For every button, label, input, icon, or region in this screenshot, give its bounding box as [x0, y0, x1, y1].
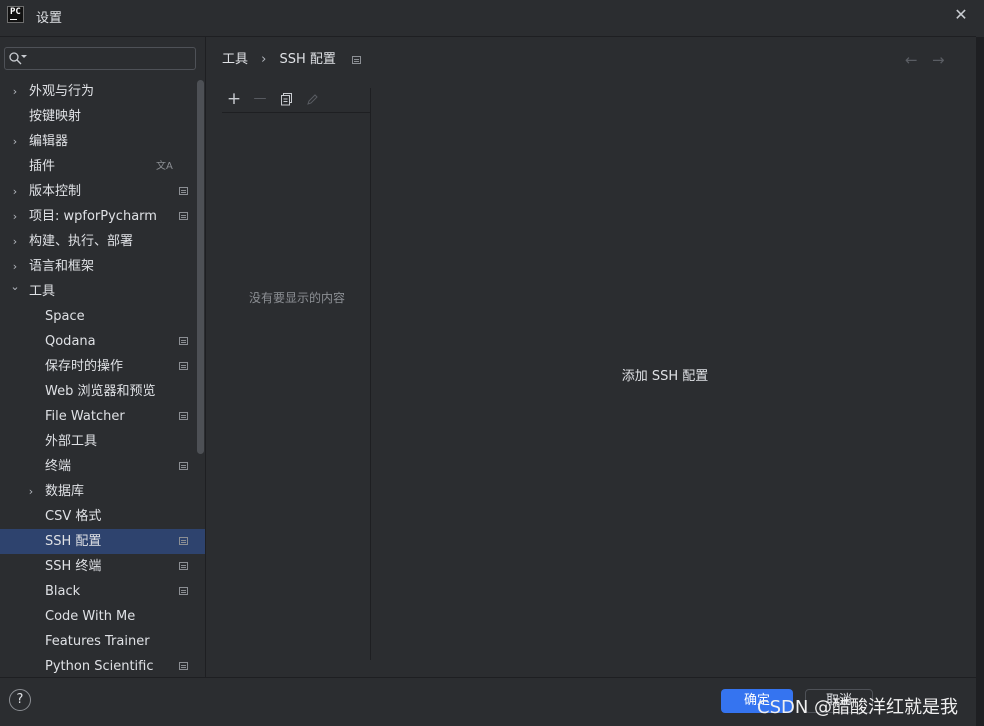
sidebar-item[interactable]: CSV 格式 — [0, 504, 205, 529]
translate-icon: 文A — [156, 161, 173, 172]
window-title: 设置 — [36, 11, 63, 26]
sidebar-item[interactable]: › 外观与行为 — [0, 79, 205, 104]
divider — [0, 36, 976, 37]
sidebar-item-label: Qodana — [45, 334, 96, 349]
copy-button[interactable] — [275, 88, 297, 110]
sidebar-item[interactable]: › 编辑器 — [0, 129, 205, 154]
sidebar-item[interactable]: 按键映射 — [0, 104, 205, 129]
back-arrow-icon[interactable]: ← — [905, 51, 918, 69]
chevron-right-icon[interactable]: › — [9, 204, 21, 229]
sidebar-item[interactable]: 插件 文A — [0, 154, 205, 179]
sidebar-item-label: 外观与行为 — [29, 84, 95, 99]
title-bar — [0, 0, 984, 32]
sidebar-item[interactable]: ⌄ 工具 — [0, 279, 205, 304]
sidebar-item[interactable]: Features Trainer — [0, 629, 205, 654]
sidebar-item-label: SSH 终端 — [45, 559, 102, 574]
chevron-right-icon: › — [261, 52, 267, 67]
divider — [0, 677, 984, 678]
add-ssh-config-text: 添加 SSH 配置 — [621, 369, 709, 384]
sidebar-item[interactable]: 保存时的操作 — [0, 354, 205, 379]
sidebar-item[interactable]: 终端 — [0, 454, 205, 479]
project-icon — [179, 587, 188, 595]
sidebar-item[interactable]: Code With Me — [0, 604, 205, 629]
sidebar-item[interactable]: Web 浏览器和预览 — [0, 379, 205, 404]
sidebar-item[interactable]: › 语言和框架 — [0, 254, 205, 279]
breadcrumb: 工具 › SSH 配置 — [222, 51, 362, 69]
sidebar-item-label: 项目: wpforPycharm — [29, 209, 157, 224]
close-icon[interactable]: ✕ — [952, 6, 970, 24]
sidebar-item-label: 终端 — [45, 459, 72, 474]
search-input[interactable] — [4, 47, 196, 70]
remove-button[interactable]: — — [249, 88, 271, 110]
project-icon — [179, 212, 188, 220]
project-icon — [179, 662, 188, 670]
breadcrumb-parent[interactable]: 工具 — [222, 51, 248, 69]
sidebar-item-label: Code With Me — [45, 609, 136, 624]
divider — [205, 37, 206, 677]
sidebar-item-label: Python Scientific — [45, 659, 154, 674]
project-icon — [179, 337, 188, 345]
sidebar-item[interactable]: Qodana — [0, 329, 205, 354]
breadcrumb-current: SSH 配置 — [279, 52, 336, 67]
sidebar-item-label: 构建、执行、部署 — [29, 234, 134, 249]
sidebar-item-label: File Watcher — [45, 409, 125, 424]
project-icon — [179, 362, 188, 370]
sidebar-item-label: 编辑器 — [29, 134, 69, 149]
project-icon — [179, 562, 188, 570]
edit-icon — [306, 94, 318, 105]
sidebar-item-label: 版本控制 — [29, 184, 82, 199]
chevron-right-icon[interactable]: › — [9, 179, 21, 204]
chevron-right-icon[interactable]: › — [9, 254, 21, 279]
sidebar-item[interactable]: File Watcher — [0, 404, 205, 429]
sidebar-item[interactable]: › 版本控制 — [0, 179, 205, 204]
divider — [222, 112, 370, 113]
sidebar-item-label: 工具 — [29, 284, 56, 299]
sidebar-item-label: SSH 配置 — [45, 534, 102, 549]
ssh-list-toolbar: + — — [222, 88, 370, 112]
edit-button[interactable] — [301, 88, 323, 110]
sidebar-item-label: 语言和框架 — [29, 259, 95, 274]
sidebar-item[interactable]: › 数据库 — [0, 479, 205, 504]
sidebar-item[interactable]: Black — [0, 579, 205, 604]
sidebar-item-label: 保存时的操作 — [45, 359, 124, 374]
watermark: CSDN @醋酸洋红就是我 — [757, 697, 959, 718]
sidebar-scrollbar[interactable] — [197, 80, 204, 454]
pycharm-logo-icon: PC — [7, 6, 24, 23]
sidebar-item-label: Black — [45, 584, 81, 599]
chevron-right-icon[interactable]: › — [25, 479, 37, 504]
window-edge — [976, 37, 984, 726]
chevron-right-icon[interactable]: › — [9, 129, 21, 154]
add-button[interactable]: + — [223, 88, 245, 110]
sidebar-item-label: Space — [45, 309, 85, 324]
forward-arrow-icon[interactable]: → — [932, 51, 945, 69]
sidebar-item[interactable]: Python Scientific — [0, 654, 205, 679]
sidebar-item[interactable]: SSH 终端 — [0, 554, 205, 579]
project-icon — [179, 412, 188, 420]
sidebar-item-label: 按键映射 — [29, 109, 82, 124]
sidebar-item[interactable]: › 项目: wpforPycharm — [0, 204, 205, 229]
help-button[interactable]: ? — [9, 689, 31, 711]
sidebar-item[interactable]: › 构建、执行、部署 — [0, 229, 205, 254]
project-icon — [179, 537, 188, 545]
sidebar-item-label: Web 浏览器和预览 — [45, 384, 156, 399]
search-icon — [9, 52, 22, 65]
project-icon — [179, 187, 188, 195]
sidebar-item-label: Features Trainer — [45, 634, 150, 649]
sidebar-item-label: 数据库 — [45, 484, 85, 499]
divider — [370, 88, 371, 660]
sidebar-item-label: 外部工具 — [45, 434, 98, 449]
sidebar-item[interactable]: SSH 配置 — [0, 529, 205, 554]
chevron-down-icon[interactable]: ⌄ — [9, 279, 21, 295]
chevron-right-icon[interactable]: › — [9, 229, 21, 254]
sidebar-item[interactable]: Space — [0, 304, 205, 329]
search-options-icon — [21, 55, 27, 58]
empty-list-text: 没有要显示的内容 — [248, 291, 345, 305]
sidebar-item-label: 插件 — [29, 159, 56, 174]
project-icon — [179, 462, 188, 470]
sidebar-item-label: CSV 格式 — [45, 509, 102, 524]
copy-icon — [280, 93, 292, 106]
project-icon — [352, 55, 362, 64]
sidebar-item[interactable]: 外部工具 — [0, 429, 205, 454]
chevron-right-icon[interactable]: › — [9, 79, 21, 104]
